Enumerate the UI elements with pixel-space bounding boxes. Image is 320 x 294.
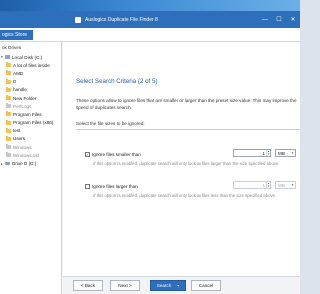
folder-item[interactable]: A lot of files inside <box>0 61 61 69</box>
maximize-button[interactable]: ☐ <box>272 11 286 28</box>
desktop-background <box>0 0 300 11</box>
folder-item[interactable]: Windows <box>0 143 61 151</box>
tree-item-label: handle <box>13 87 27 93</box>
chevron-down-icon: ▼ <box>291 183 294 187</box>
folder-item[interactable]: PerfLogs <box>0 102 61 110</box>
tree-item-label: Program Files <box>13 111 42 117</box>
tree-item-label: D <box>13 79 17 85</box>
folder-icon <box>6 86 11 92</box>
drive-tree-panel: ok Drives ▾ Local Disk (C:) A lot of files… <box>0 42 62 294</box>
folder-item[interactable]: Windows.old <box>0 151 61 159</box>
larger-unit-dropdown[interactable]: MB ▼ <box>275 181 296 189</box>
drive-item[interactable]: ▾ Local Disk (C:) <box>0 53 61 61</box>
folder-icon <box>6 70 11 76</box>
search-button[interactable]: Search ▾ <box>150 280 186 291</box>
drives-heading: ok Drives <box>2 45 22 50</box>
tree-item-label: Users <box>13 136 25 142</box>
folder-item[interactable]: New Folder <box>0 94 61 102</box>
tree-item-label: Windows <box>13 144 32 150</box>
ignore-larger-label: Ignore files larger than <box>92 184 138 189</box>
folder-icon <box>6 127 11 133</box>
folder-icon <box>6 62 11 68</box>
ignore-smaller-option[interactable]: ✓ Ignore files smaller than <box>85 152 141 157</box>
cancel-button[interactable]: Cancel <box>191 280 221 291</box>
step-description: These options allow to ignore files that… <box>76 98 297 110</box>
store-tab[interactable]: ogics Store <box>0 30 34 40</box>
tree-item-label: Windows.old <box>13 152 40 158</box>
smaller-unit-dropdown[interactable]: MB ▼ <box>275 149 296 157</box>
wizard-header <box>63 42 300 68</box>
drive-tree: ▾ Local Disk (C:) A lot of files inside AMD… <box>0 53 61 168</box>
wizard-content: Select Search Criteria (2 of 5) These op… <box>63 42 300 276</box>
title-bar[interactable]: Auslogics Duplicate File Finder 8 — ☐ ✕ <box>0 11 300 28</box>
folder-item[interactable]: D <box>0 78 61 86</box>
divider <box>76 129 300 130</box>
drive-item[interactable]: ▸ Drive D (D:) <box>0 159 61 167</box>
drive-icon <box>5 55 10 59</box>
folder-icon <box>6 135 11 141</box>
folder-icon <box>6 95 11 101</box>
chevron-down-icon[interactable]: ▾ <box>177 283 179 288</box>
menu-bar: ogics Store <box>0 28 300 42</box>
drive-icon <box>5 161 10 166</box>
folder-item[interactable]: Program Files <box>0 110 61 118</box>
folder-item[interactable]: AMD <box>0 69 61 77</box>
folder-icon <box>6 119 11 125</box>
folder-icon <box>6 152 11 158</box>
ignore-larger-note: If this option is enabled, duplicate sea… <box>93 193 277 198</box>
larger-unit-value: MB <box>278 182 285 188</box>
tree-item-label: A lot of files inside <box>13 62 50 68</box>
folder-item[interactable]: Program Files (x86) <box>0 119 61 127</box>
window-title: Auslogics Duplicate File Finder 8 <box>85 16 158 23</box>
minimize-button[interactable]: — <box>258 11 272 28</box>
next-button[interactable]: Next > <box>110 280 140 291</box>
app-logo-icon <box>75 16 81 23</box>
smaller-size-spinner[interactable]: 1 ▲ ▼ <box>233 149 271 157</box>
tree-item-label: New Folder <box>13 95 37 101</box>
larger-size-value: 1 <box>262 182 265 188</box>
spinner-arrows-icon[interactable]: ▲ ▼ <box>266 182 270 188</box>
ignore-larger-option[interactable]: Ignore files larger than <box>85 184 138 189</box>
folder-item[interactable]: handle <box>0 86 61 94</box>
ignore-smaller-note: If this option is enabled, duplicate sea… <box>93 161 280 166</box>
folder-icon <box>6 144 11 150</box>
step-title: Select Search Criteria (2 of 5) <box>76 78 158 85</box>
tree-item-label: PerfLogs <box>13 103 32 109</box>
folder-item[interactable]: test <box>0 127 61 135</box>
tree-item-label: test <box>13 128 21 134</box>
folder-icon <box>6 78 11 84</box>
tree-item-label: Drive D (D:) <box>12 161 37 167</box>
larger-size-spinner[interactable]: 1 ▲ ▼ <box>233 181 271 189</box>
app-window: Auslogics Duplicate File Finder 8 — ☐ ✕ … <box>0 11 300 294</box>
smaller-unit-value: MB <box>278 150 285 156</box>
ignore-smaller-label: Ignore files smaller than <box>92 152 141 157</box>
smaller-size-value: 1 <box>262 150 265 156</box>
close-button[interactable]: ✕ <box>286 11 300 28</box>
tree-item-label: Local Disk (C:) <box>12 54 43 60</box>
folder-icon <box>6 111 11 117</box>
tree-item-label: AMD <box>13 70 24 76</box>
back-button[interactable]: < Back <box>73 280 103 291</box>
ignore-smaller-checkbox[interactable]: ✓ <box>85 152 90 157</box>
folder-icon <box>6 103 11 109</box>
wizard-footer: < Back Next > Search ▾ Cancel <box>63 276 300 294</box>
folder-item[interactable]: Users <box>0 135 61 143</box>
spinner-arrows-icon[interactable]: ▲ ▼ <box>266 150 270 156</box>
select-label: Select the file sizes to be ignored: <box>76 121 145 126</box>
chevron-down-icon: ▼ <box>291 151 294 155</box>
ignore-larger-checkbox[interactable] <box>85 184 90 189</box>
tree-item-label: Program Files (x86) <box>13 120 54 126</box>
search-button-label: Search <box>156 283 172 288</box>
